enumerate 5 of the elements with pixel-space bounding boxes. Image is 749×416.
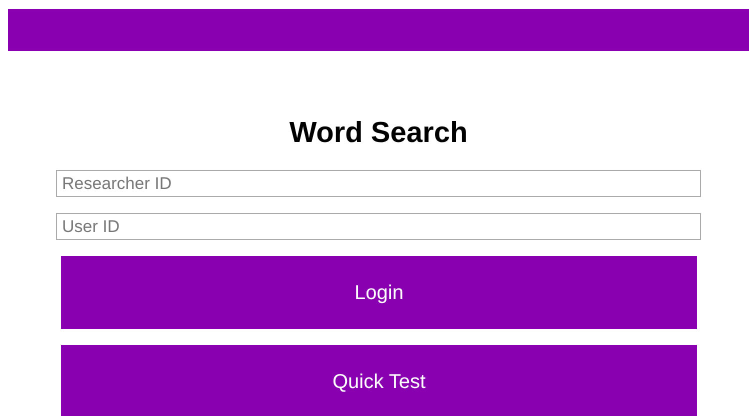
login-button[interactable]: Login [61,256,697,329]
quick-test-button[interactable]: Quick Test [61,345,697,416]
input-field[interactable]: Researcher ID [56,170,701,197]
input-field[interactable]: User ID [56,213,701,240]
page-title: Word Search [288,119,469,148]
